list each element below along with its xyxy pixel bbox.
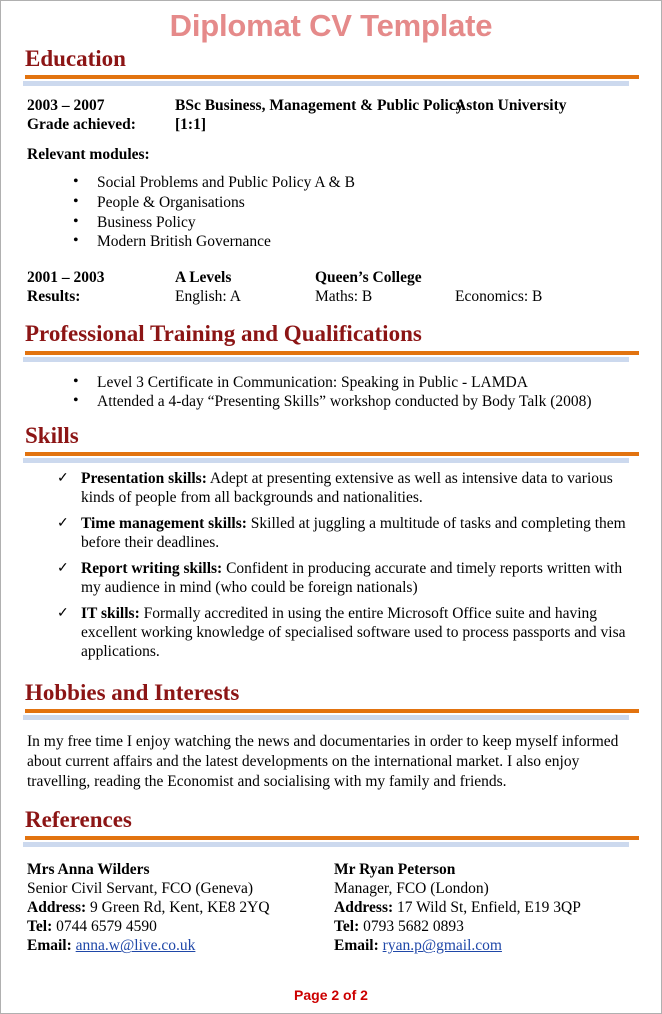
- degree-dates: 2003 – 2007: [27, 97, 105, 115]
- section-skills: Skills Presentation skills: Adept at pre…: [15, 424, 647, 661]
- divider-orange: [25, 836, 639, 841]
- section-heading-skills: Skills: [25, 423, 79, 449]
- reference-email: Email: anna.w@live.co.uk: [27, 936, 334, 955]
- divider-blue: [23, 458, 629, 464]
- relevant-modules-label: Relevant modules:: [27, 146, 150, 164]
- list-item: Level 3 Certificate in Communication: Sp…: [73, 372, 641, 393]
- grade-label: Grade achieved:: [27, 115, 136, 133]
- skill-label: Time management skills:: [81, 515, 247, 533]
- reference-entry-2: Mr Ryan Peterson Manager, FCO (London) A…: [334, 860, 641, 955]
- result-maths: Maths: B: [315, 287, 373, 305]
- skills-list: Presentation skills: Adept at presenting…: [15, 470, 647, 661]
- reference-address: Address: 17 Wild St, Enfield, E19 3QP: [334, 898, 641, 917]
- degree-title: BSc Business, Management & Public Policy: [175, 97, 464, 115]
- degree-grade-row: Grade achieved: [1:1]: [27, 116, 641, 135]
- divider-blue: [23, 356, 629, 362]
- result-economics: Economics: B: [455, 287, 543, 305]
- training-list: Level 3 Certificate in Communication: Sp…: [15, 372, 647, 413]
- skill-label: Report writing skills:: [81, 559, 223, 577]
- page-content: Diplomat CV Template Education 2003 – 20…: [1, 1, 661, 1013]
- alevels-title: A Levels: [175, 269, 232, 287]
- reference-email: Email: ryan.p@gmail.com: [334, 936, 641, 955]
- reference-role: Senior Civil Servant, FCO (Geneva): [27, 880, 254, 898]
- section-heading-hobbies: Hobbies and Interests: [25, 679, 240, 705]
- divider-orange: [25, 75, 639, 80]
- section-hobbies: Hobbies and Interests In my free time I …: [15, 679, 647, 793]
- list-item: Presentation skills: Adept at presenting…: [57, 470, 629, 508]
- skill-text: Formally accredited in using the entire …: [81, 604, 626, 660]
- result-english: English: A: [175, 287, 241, 305]
- cv-page: Diplomat CV Template Education 2003 – 20…: [0, 0, 662, 1014]
- address-value: 9 Green Rd, Kent, KE8 2YQ: [90, 899, 270, 917]
- alevels-results-row: Results: English: A Maths: B Economics: …: [27, 288, 641, 307]
- results-label: Results:: [27, 287, 81, 305]
- section-heading-references: References: [25, 807, 132, 833]
- section-references: References Mrs Anna Wilders Senior Civil…: [15, 807, 647, 955]
- alevels-institution: Queen’s College: [315, 269, 422, 287]
- document-title: Diplomat CV Template: [169, 8, 493, 43]
- address-label: Address:: [334, 899, 394, 917]
- list-item: Social Problems and Public Policy A & B: [73, 172, 641, 193]
- email-label: Email:: [334, 937, 379, 955]
- list-item: Business Policy: [73, 212, 641, 233]
- section-training: Professional Training and Qualifications…: [15, 322, 647, 412]
- tel-value: 0744 6579 4590: [56, 918, 157, 936]
- section-heading-education: Education: [25, 46, 126, 71]
- hobbies-paragraph: In my free time I enjoy watching the new…: [27, 732, 619, 790]
- page-footer: Page 2 of 2: [294, 987, 368, 1003]
- list-item: Attended a 4-day “Presenting Skills” wor…: [73, 391, 641, 412]
- reference-address: Address: 9 Green Rd, Kent, KE8 2YQ: [27, 898, 334, 917]
- divider-orange: [25, 708, 639, 713]
- reference-name: Mr Ryan Peterson: [334, 861, 456, 879]
- divider-blue: [23, 714, 629, 720]
- list-item: IT skills: Formally accredited in using …: [57, 605, 629, 662]
- reference-tel: Tel: 0793 5682 0893: [334, 917, 641, 936]
- tel-label: Tel:: [27, 918, 53, 936]
- section-heading-training: Professional Training and Qualifications: [25, 321, 422, 347]
- education-degree-block: 2003 – 2007 BSc Business, Management & P…: [15, 97, 647, 134]
- reference-name: Mrs Anna Wilders: [27, 861, 150, 879]
- degree-institution: Aston University: [455, 97, 567, 115]
- degree-row: 2003 – 2007 BSc Business, Management & P…: [27, 97, 641, 116]
- reference-entry-1: Mrs Anna Wilders Senior Civil Servant, F…: [27, 860, 334, 955]
- references-columns: Mrs Anna Wilders Senior Civil Servant, F…: [15, 860, 647, 955]
- reference-role: Manager, FCO (London): [334, 880, 489, 898]
- education-alevels-block: 2001 – 2003 A Levels Queen’s College Res…: [15, 269, 647, 306]
- address-value: 17 Wild St, Enfield, E19 3QP: [397, 899, 581, 917]
- divider-orange: [25, 452, 639, 457]
- tel-value: 0793 5682 0893: [363, 918, 464, 936]
- skill-label: Presentation skills:: [81, 470, 207, 488]
- email-link[interactable]: anna.w@live.co.uk: [76, 937, 196, 954]
- reference-tel: Tel: 0744 6579 4590: [27, 917, 334, 936]
- list-item: Time management skills: Skilled at juggl…: [57, 515, 629, 553]
- divider-blue: [23, 842, 629, 848]
- relevant-modules-list: Social Problems and Public Policy A & B …: [15, 172, 647, 252]
- list-item: Modern British Governance: [73, 231, 641, 252]
- divider-blue: [23, 81, 629, 87]
- list-item: People & Organisations: [73, 192, 641, 213]
- tel-label: Tel:: [334, 918, 360, 936]
- divider-orange: [25, 350, 639, 355]
- list-item: Report writing skills: Confident in prod…: [57, 560, 629, 598]
- email-label: Email:: [27, 937, 72, 955]
- alevels-row: 2001 – 2003 A Levels Queen’s College: [27, 269, 641, 288]
- skill-label: IT skills:: [81, 604, 140, 622]
- alevels-dates: 2001 – 2003: [27, 269, 105, 287]
- address-label: Address:: [27, 899, 87, 917]
- grade-value: [1:1]: [175, 115, 206, 133]
- email-link[interactable]: ryan.p@gmail.com: [383, 937, 502, 954]
- section-education: Education 2003 – 2007 BSc Business, Mana…: [15, 46, 647, 306]
